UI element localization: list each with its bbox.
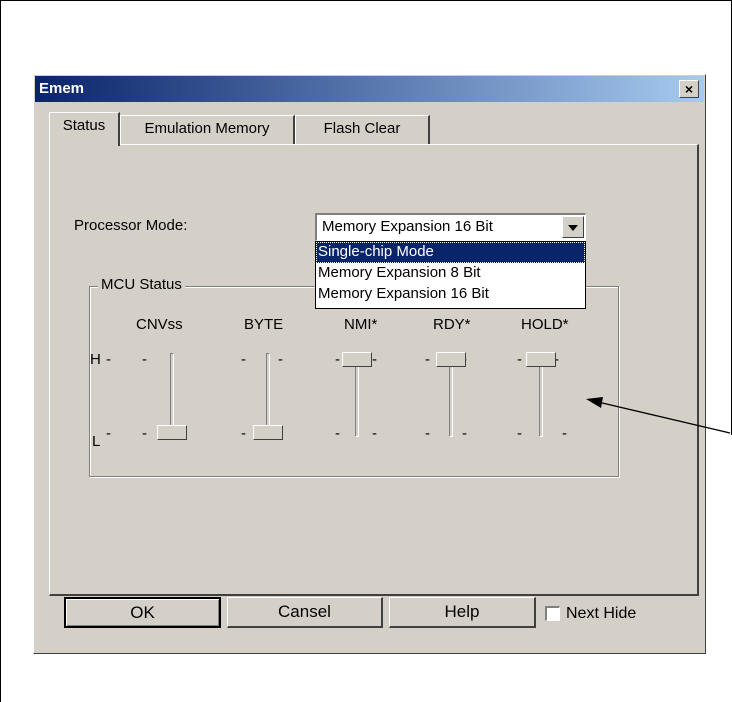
title-bar[interactable]: Emem × — [35, 76, 704, 102]
mcu-status-title: MCU Status — [98, 276, 185, 293]
tab-flash-clear[interactable]: Flash Clear — [295, 115, 430, 145]
next-hide-checkbox[interactable] — [545, 606, 560, 621]
ok-button[interactable]: OK — [64, 597, 221, 628]
figure-frame-top — [0, 0, 731, 1]
option-single-chip-mode[interactable]: Single-chip Mode — [316, 242, 585, 263]
tab-emulation-memory[interactable]: Emulation Memory — [120, 115, 295, 145]
figure-frame-left — [0, 0, 1, 702]
window-title: Emem — [39, 80, 85, 97]
option-memory-expansion-16-bit[interactable]: Memory Expansion 16 Bit — [316, 284, 585, 305]
option-memory-expansion-8-bit[interactable]: Memory Expansion 8 Bit — [316, 263, 585, 284]
status-tab-panel — [49, 144, 699, 596]
processor-mode-dropdown: Single-chip Mode Memory Expansion 8 Bit … — [315, 241, 586, 309]
emem-dialog: Emem × Status Emulation Memory Flash Cle… — [33, 74, 706, 654]
next-hide-label: Next Hide — [566, 605, 637, 622]
close-icon[interactable]: × — [679, 80, 699, 98]
tab-status[interactable]: Status — [49, 112, 120, 146]
cancel-button[interactable]: Cansel — [227, 597, 383, 628]
help-button[interactable]: Help — [389, 597, 536, 628]
